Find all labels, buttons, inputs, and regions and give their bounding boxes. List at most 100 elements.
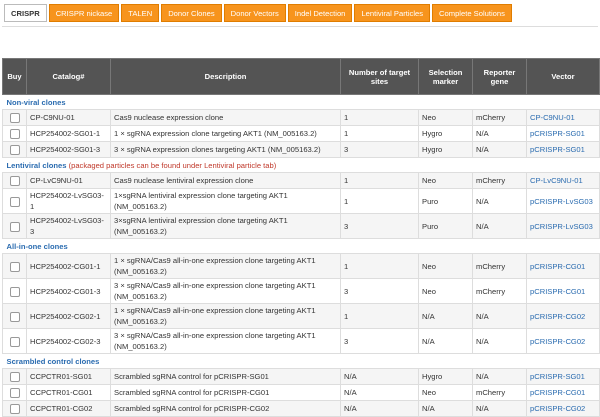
buy-checkbox[interactable] — [9, 129, 20, 139]
buy-checkbox[interactable] — [9, 336, 20, 347]
tab-crispr-nickase[interactable]: CRISPR nickase — [48, 4, 120, 22]
table-row: HCP254002-LvSG03-3 3×sgRNA lentiviral exp… — [2, 213, 600, 239]
reporter-gene-cell: N/A — [472, 368, 527, 385]
vector-link[interactable]: pCRISPR-SG01 — [530, 372, 585, 381]
vector-link[interactable]: pCRISPR-SG01 — [530, 129, 585, 138]
buy-cell — [2, 213, 27, 239]
description-cell: Scrambled sgRNA control for pCRISPR-CG02 — [110, 400, 341, 417]
selection-marker-cell: Puro — [418, 213, 473, 239]
buy-checkbox[interactable] — [9, 286, 20, 297]
vector-link[interactable]: pCRISPR-LvSG03 — [530, 222, 593, 231]
reporter-gene-cell: mCherry — [472, 253, 527, 279]
reporter-gene-cell: mCherry — [472, 384, 527, 401]
buy-checkbox[interactable] — [9, 311, 20, 322]
vector-link[interactable]: pCRISPR-CG02 — [530, 312, 585, 321]
vector-cell: pCRISPR-CG02 — [526, 328, 600, 354]
vector-link[interactable]: pCRISPR-CG01 — [530, 388, 585, 397]
buy-cell — [2, 253, 27, 279]
vector-cell: CP-LvC9NU-01 — [526, 172, 600, 189]
vector-link[interactable]: pCRISPR-LvSG03 — [530, 197, 593, 206]
vector-link[interactable]: pCRISPR-CG01 — [530, 287, 585, 296]
target-sites-cell: 3 — [340, 213, 419, 239]
tab-lentiviral-particles[interactable]: Lentiviral Particles — [354, 4, 431, 22]
section-title: Non-viral clones — [6, 97, 66, 107]
table-row: HCP254002-CG01-1 1 × sgRNA/Cas9 all-in-on… — [2, 253, 600, 279]
description-cell: Cas9 nuclease lentiviral expression clon… — [110, 172, 341, 189]
selection-marker-cell: Hygro — [418, 368, 473, 385]
description-cell: 3×sgRNA lentiviral expression clone targ… — [110, 213, 341, 239]
tab-talen[interactable]: TALEN — [121, 4, 160, 22]
buy-checkbox[interactable] — [9, 145, 20, 155]
description-cell: Scrambled sgRNA control for pCRISPR-CG01 — [110, 384, 341, 401]
tab-crispr[interactable]: CRISPR — [4, 4, 47, 22]
vector-cell: CP-C9NU-01 — [526, 109, 600, 126]
buy-cell — [2, 109, 27, 126]
buy-cell — [2, 400, 27, 417]
section-header: All-in-one clones — [3, 239, 600, 254]
selection-marker-cell: Puro — [418, 188, 473, 214]
table-row: HCP254002-CG02-1 1 × sgRNA/Cas9 all-in-on… — [2, 303, 600, 329]
vector-link[interactable]: CP-LvC9NU-01 — [530, 176, 583, 185]
target-sites-cell: 3 — [340, 328, 419, 354]
buy-checkbox[interactable] — [9, 113, 20, 123]
description-cell: 3 × sgRNA/Cas9 all-in-one expression clo… — [110, 278, 341, 304]
table-row: CCPCTR01-CG02 Scrambled sgRNA control for… — [2, 400, 600, 417]
description-cell: Cas9 nuclease expression clone — [110, 109, 341, 126]
buy-checkbox[interactable] — [9, 221, 20, 232]
buy-checkbox[interactable] — [9, 261, 20, 272]
section-header-row: All-in-one clones — [3, 239, 600, 254]
selection-marker-cell: N/A — [418, 400, 473, 417]
catalog-cell: HCP254002-CG01-3 — [26, 278, 111, 304]
buy-cell — [2, 278, 27, 304]
description-cell: 1 × sgRNA/Cas9 all-in-one expression clo… — [110, 253, 341, 279]
vector-link[interactable]: CP-C9NU-01 — [530, 113, 575, 122]
tab-donor-clones[interactable]: Donor Clones — [161, 4, 222, 22]
selection-marker-cell: N/A — [418, 303, 473, 329]
table-row: CCPCTR01-CG01 Scrambled sgRNA control for… — [2, 384, 600, 401]
tab-indel-detection[interactable]: Indel Detection — [287, 4, 353, 22]
vector-cell: pCRISPR-SG01 — [526, 368, 600, 385]
section-title: Lentiviral clones — [6, 160, 67, 170]
tab-complete-solutions[interactable]: Complete Solutions — [432, 4, 512, 22]
section-header-row: Scrambled control clones — [3, 354, 600, 369]
buy-checkbox[interactable] — [9, 372, 20, 382]
vector-link[interactable]: pCRISPR-CG02 — [530, 404, 585, 413]
selection-marker-cell: Neo — [418, 278, 473, 304]
buy-cell — [2, 328, 27, 354]
description-cell: Scrambled sgRNA control for pCRISPR-SG01 — [110, 368, 341, 385]
section-header-row: Non-viral clones — [3, 95, 600, 110]
vector-link[interactable]: pCRISPR-CG01 — [530, 262, 585, 271]
buy-checkbox[interactable] — [9, 196, 20, 207]
buy-checkbox[interactable] — [9, 388, 20, 398]
description-cell: 1×sgRNA lentiviral expression clone targ… — [110, 188, 341, 214]
reporter-gene-cell: N/A — [472, 400, 527, 417]
vector-cell: pCRISPR-SG01 — [526, 141, 600, 158]
reporter-gene-cell: N/A — [472, 188, 527, 214]
buy-cell — [2, 384, 27, 401]
catalog-cell: CCPCTR01-SG01 — [26, 368, 111, 385]
vector-cell: pCRISPR-CG01 — [526, 253, 600, 279]
vector-link[interactable]: pCRISPR-SG01 — [530, 145, 585, 154]
table-row: CP-C9NU-01 Cas9 nuclease expression clone… — [2, 109, 600, 126]
target-sites-cell: N/A — [340, 384, 419, 401]
buy-cell — [2, 141, 27, 158]
catalog-cell: HCP254002-CG02-3 — [26, 328, 111, 354]
product-table: Buy Catalog# Description Number of targe… — [2, 58, 600, 417]
selection-marker-cell: Neo — [418, 253, 473, 279]
catalog-cell: CCPCTR01-CG02 — [26, 400, 111, 417]
selection-marker-cell: Neo — [418, 384, 473, 401]
catalog-cell: CCPCTR01-CG01 — [26, 384, 111, 401]
vector-cell: pCRISPR-LvSG03 — [526, 213, 600, 239]
buy-checkbox[interactable] — [9, 176, 20, 186]
vector-link[interactable]: pCRISPR-CG02 — [530, 337, 585, 346]
reporter-gene-cell: N/A — [472, 328, 527, 354]
table-row: HCP254002-CG02-3 3 × sgRNA/Cas9 all-in-on… — [2, 328, 600, 354]
tab-donor-vectors[interactable]: Donor Vectors — [223, 4, 286, 22]
reporter-gene-cell: N/A — [472, 303, 527, 329]
target-sites-cell: 3 — [340, 278, 419, 304]
description-cell: 1 × sgRNA/Cas9 all-in-one expression clo… — [110, 303, 341, 329]
section-header-row: Lentiviral clones (packaged particles ca… — [3, 158, 600, 173]
target-sites-cell: 3 — [340, 141, 419, 158]
vector-cell: pCRISPR-CG02 — [526, 303, 600, 329]
description-cell: 3 × sgRNA expression clones targeting AK… — [110, 141, 341, 158]
